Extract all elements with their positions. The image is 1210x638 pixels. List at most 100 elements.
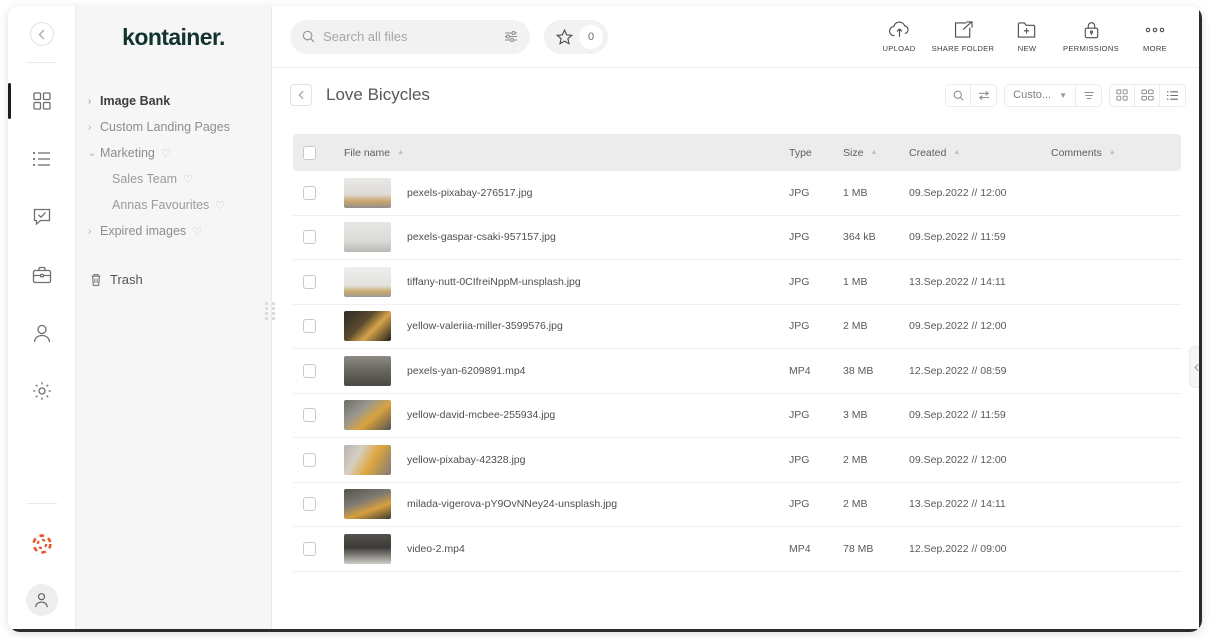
view-grid-large-button[interactable] <box>1135 85 1160 106</box>
row-select-cell[interactable] <box>303 453 335 467</box>
sidebar-item-marketing[interactable]: ⌄ Marketing ♡ <box>76 140 271 166</box>
select-all-cell[interactable] <box>303 146 335 160</box>
sidebar-item-sales-team[interactable]: Sales Team ♡ <box>76 166 271 192</box>
file-thumbnail[interactable] <box>344 267 391 297</box>
back-button[interactable] <box>290 84 312 106</box>
view-list-button[interactable] <box>1160 85 1185 106</box>
select-all-checkbox[interactable] <box>303 146 316 160</box>
content-search-button[interactable] <box>946 85 971 106</box>
brand-logo[interactable]: kontainer. <box>76 6 271 68</box>
upload-button[interactable]: UPLOAD <box>868 21 930 53</box>
share-folder-button[interactable]: SHARE FOLDER <box>932 21 994 53</box>
chevron-right-icon[interactable]: › <box>88 96 100 107</box>
user-avatar-icon[interactable] <box>26 584 58 616</box>
row-checkbox[interactable] <box>303 364 316 378</box>
search-input[interactable] <box>323 29 504 44</box>
sidebar-resize-handle[interactable] <box>265 300 277 322</box>
row-checkbox[interactable] <box>303 230 316 244</box>
chevron-right-icon[interactable]: › <box>88 226 100 237</box>
more-label: MORE <box>1143 44 1167 53</box>
table-row[interactable]: pexels-pixabay-276517.jpgJPG1 MB09.Sep.2… <box>293 171 1181 216</box>
row-checkbox[interactable] <box>303 497 316 511</box>
row-select-cell[interactable] <box>303 497 335 511</box>
table-row[interactable]: pexels-yan-6209891.mp4MP438 MB12.Sep.202… <box>293 349 1181 394</box>
sidebar-item-custom-landing-pages[interactable]: › Custom Landing Pages <box>76 114 271 140</box>
sort-direction-button[interactable] <box>1076 85 1101 106</box>
table-row[interactable]: video-2.mp4MP478 MB12.Sep.2022 // 09:00 <box>293 527 1181 572</box>
table-row[interactable]: milada-vigerova-pY9OvNNey24-unsplash.jpg… <box>293 483 1181 528</box>
sidebar-item-annas-favourites[interactable]: Annas Favourites ♡ <box>76 192 271 218</box>
row-checkbox[interactable] <box>303 408 316 422</box>
new-button[interactable]: NEW <box>996 21 1058 53</box>
column-header-size[interactable]: Size ▲ <box>843 147 909 159</box>
row-select-cell[interactable] <box>303 408 335 422</box>
file-size-cell: 1 MB <box>843 187 909 199</box>
file-name-cell[interactable]: video-2.mp4 <box>335 534 789 564</box>
heart-icon[interactable]: ♡ <box>192 225 202 238</box>
file-name-cell[interactable]: yellow-david-mcbee-255934.jpg <box>335 400 789 430</box>
rail-item-settings[interactable] <box>22 369 62 413</box>
rail-item-contacts[interactable] <box>22 311 62 355</box>
file-thumbnail[interactable] <box>344 400 391 430</box>
sidebar-item-trash[interactable]: Trash <box>76 266 271 293</box>
row-checkbox[interactable] <box>303 542 316 556</box>
row-select-cell[interactable] <box>303 230 335 244</box>
sort-select[interactable]: Custo... ▼ <box>1005 85 1076 106</box>
column-header-name[interactable]: File name ▲ <box>335 147 789 159</box>
row-select-cell[interactable] <box>303 319 335 333</box>
sidebar-item-image-bank[interactable]: › Image Bank <box>76 88 271 114</box>
table-row[interactable]: yellow-david-mcbee-255934.jpgJPG3 MB09.S… <box>293 394 1181 439</box>
file-thumbnail[interactable] <box>344 445 391 475</box>
file-name-cell[interactable]: milada-vigerova-pY9OvNNey24-unsplash.jpg <box>335 489 789 519</box>
rail-item-projects[interactable] <box>22 253 62 297</box>
view-grid-small-button[interactable] <box>1110 85 1135 106</box>
row-checkbox[interactable] <box>303 186 316 200</box>
permissions-button[interactable]: PERMISSIONS <box>1060 21 1122 53</box>
row-select-cell[interactable] <box>303 275 335 289</box>
row-checkbox[interactable] <box>303 319 316 333</box>
chevron-down-icon[interactable]: ⌄ <box>88 148 100 159</box>
file-name-cell[interactable]: pexels-pixabay-276517.jpg <box>335 178 789 208</box>
column-header-type[interactable]: Type <box>789 147 843 159</box>
rail-item-dashboard[interactable] <box>22 79 62 123</box>
table-row[interactable]: pexels-gaspar-csaki-957157.jpgJPG364 kB0… <box>293 216 1181 261</box>
file-name-cell[interactable]: yellow-pixabay-42328.jpg <box>335 445 789 475</box>
sliders-icon[interactable] <box>504 30 518 43</box>
table-row[interactable]: yellow-pixabay-42328.jpgJPG2 MB09.Sep.20… <box>293 438 1181 483</box>
file-name-label: pexels-gaspar-csaki-957157.jpg <box>407 231 556 243</box>
rail-item-approvals[interactable] <box>22 195 62 239</box>
file-thumbnail[interactable] <box>344 311 391 341</box>
file-name-cell[interactable]: pexels-yan-6209891.mp4 <box>335 356 789 386</box>
heart-icon[interactable]: ♡ <box>215 199 225 212</box>
lifebuoy-icon[interactable] <box>22 522 62 566</box>
file-name-cell[interactable]: tiffany-nutt-0CIfreiNppM-unsplash.jpg <box>335 267 789 297</box>
heart-icon[interactable]: ♡ <box>183 173 193 186</box>
more-button[interactable]: MORE <box>1124 21 1186 53</box>
file-thumbnail[interactable] <box>344 489 391 519</box>
search-bar[interactable] <box>290 20 530 54</box>
file-thumbnail[interactable] <box>344 222 391 252</box>
window-bottom-edge <box>8 629 1202 632</box>
column-header-created[interactable]: Created ▲ <box>909 147 1051 159</box>
row-select-cell[interactable] <box>303 364 335 378</box>
rail-collapse-button[interactable] <box>30 22 54 46</box>
file-thumbnail[interactable] <box>344 534 391 564</box>
favorites-badge[interactable]: 0 <box>544 20 608 54</box>
row-checkbox[interactable] <box>303 453 316 467</box>
file-thumbnail[interactable] <box>344 356 391 386</box>
rail-item-lists[interactable] <box>22 137 62 181</box>
file-name-cell[interactable]: yellow-valeriia-miller-3599576.jpg <box>335 311 789 341</box>
file-name-cell[interactable]: pexels-gaspar-csaki-957157.jpg <box>335 222 789 252</box>
sidebar-item-expired-images[interactable]: › Expired images ♡ <box>76 218 271 244</box>
content-filter-button[interactable] <box>971 85 996 106</box>
heart-icon[interactable]: ♡ <box>161 147 171 160</box>
row-checkbox[interactable] <box>303 275 316 289</box>
table-row[interactable]: tiffany-nutt-0CIfreiNppM-unsplash.jpgJPG… <box>293 260 1181 305</box>
row-select-cell[interactable] <box>303 542 335 556</box>
chevron-right-icon[interactable]: › <box>88 122 100 133</box>
column-header-comments[interactable]: Comments ▲ <box>1051 147 1171 159</box>
icon-rail <box>8 6 76 632</box>
table-row[interactable]: yellow-valeriia-miller-3599576.jpgJPG2 M… <box>293 305 1181 350</box>
row-select-cell[interactable] <box>303 186 335 200</box>
file-thumbnail[interactable] <box>344 178 391 208</box>
